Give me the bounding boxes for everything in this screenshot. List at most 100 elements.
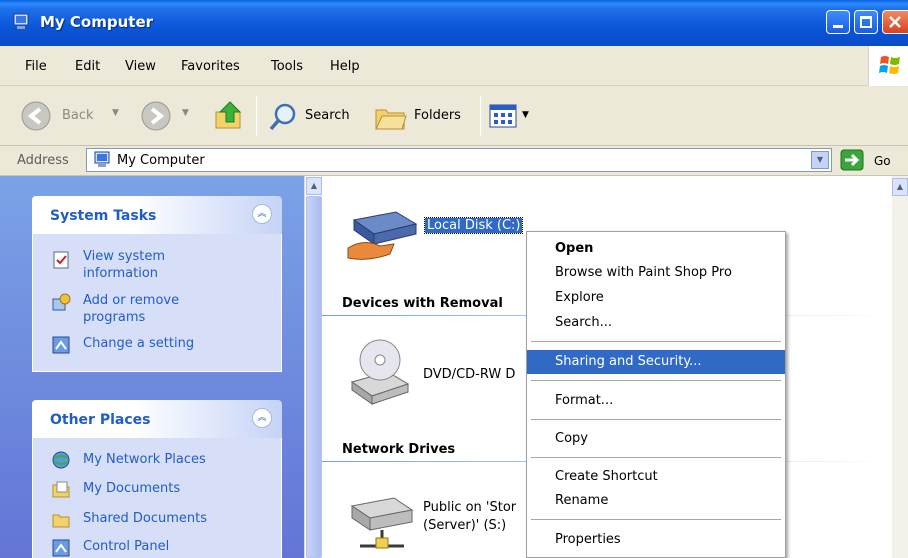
collapse-chevron-icon[interactable]: ︽ xyxy=(252,204,272,224)
dvd-drive-label[interactable]: DVD/CD-RW D xyxy=(423,367,515,382)
menu-item-search[interactable]: Search... xyxy=(527,311,785,335)
menu-separator xyxy=(531,380,781,381)
views-icon xyxy=(489,104,517,128)
title-bar[interactable]: My Computer xyxy=(0,0,908,46)
system-tasks-title: System Tasks xyxy=(50,208,157,224)
forward-dropdown-icon[interactable]: ▼ xyxy=(182,108,189,118)
menu-item-format[interactable]: Format... xyxy=(527,389,785,413)
control-panel-icon xyxy=(52,336,70,354)
menu-tools[interactable]: Tools xyxy=(271,59,303,74)
hard-drive-icon[interactable] xyxy=(346,208,420,264)
maximize-icon xyxy=(860,16,872,28)
menu-separator xyxy=(531,341,781,342)
menu-separator xyxy=(531,457,781,458)
local-disk-label[interactable]: Local Disk (C:) xyxy=(423,217,524,234)
task-pane-scrollbar[interactable]: ▲ xyxy=(304,176,322,558)
window-title: My Computer xyxy=(40,13,154,31)
network-drive-label-line2[interactable]: (Server)' (S:) xyxy=(423,518,506,533)
menu-item-properties[interactable]: Properties xyxy=(527,528,785,552)
menu-favorites[interactable]: Favorites xyxy=(181,59,240,74)
address-bar: Address My Computer ▼ Go xyxy=(0,146,908,176)
folders-label: Folders xyxy=(414,108,461,123)
my-documents-icon xyxy=(52,481,70,498)
control-panel-icon xyxy=(52,539,70,557)
menu-bar: File Edit View Favorites Tools Help xyxy=(0,46,908,86)
add-remove-programs-icon xyxy=(52,293,71,311)
address-field[interactable]: My Computer ▼ xyxy=(86,148,832,172)
magnifier-icon xyxy=(269,103,296,131)
go-button[interactable]: Go xyxy=(840,149,904,173)
dvd-drive-icon[interactable] xyxy=(348,336,410,408)
menu-item-copy[interactable]: Copy xyxy=(527,427,785,451)
add-remove-programs-link[interactable]: Add or remove programs xyxy=(83,292,203,326)
up-folder-icon xyxy=(215,101,242,129)
menu-item-sharing-and-security[interactable]: Sharing and Security... xyxy=(527,350,785,374)
address-value: My Computer xyxy=(117,153,205,168)
menu-item-explore[interactable]: Explore xyxy=(527,286,785,310)
system-tasks-header[interactable]: System Tasks ︽ xyxy=(32,196,282,234)
folders-button[interactable]: Folders xyxy=(372,98,472,134)
network-group-heading: Network Drives xyxy=(342,442,456,457)
collapse-chevron-icon[interactable]: ︽ xyxy=(252,408,272,428)
network-drive-icon[interactable] xyxy=(346,486,418,558)
system-info-icon xyxy=(53,251,69,269)
menu-edit[interactable]: Edit xyxy=(75,59,100,74)
content-scrollbar[interactable]: ▲ xyxy=(892,176,908,558)
menu-item-rename[interactable]: Rename xyxy=(527,489,785,513)
forward-button[interactable]: ▼ xyxy=(138,98,198,134)
network-drive-label-line1[interactable]: Public on 'Stor xyxy=(423,500,516,515)
scroll-up-arrow-icon[interactable]: ▲ xyxy=(306,177,322,195)
scroll-up-arrow-icon[interactable]: ▲ xyxy=(892,178,908,196)
network-places-icon xyxy=(52,451,70,469)
go-label: Go xyxy=(874,154,891,168)
my-network-places-link[interactable]: My Network Places xyxy=(83,452,206,467)
explorer-window: My Computer File Edit View Favorites Too… xyxy=(0,0,908,558)
menu-separator xyxy=(531,519,781,520)
other-places-body: My Network Places My Documents Shared Do… xyxy=(32,438,282,558)
back-label: Back xyxy=(62,108,94,123)
views-dropdown-icon: ▼ xyxy=(522,110,529,120)
address-dropdown-icon[interactable]: ▼ xyxy=(811,151,829,169)
menu-help[interactable]: Help xyxy=(330,59,360,74)
shared-folder-icon xyxy=(52,514,70,528)
my-computer-icon xyxy=(94,151,110,167)
view-system-information-link[interactable]: View system information xyxy=(83,248,203,282)
system-tasks-body: View system information Add or remove pr… xyxy=(32,234,282,372)
menu-separator xyxy=(531,419,781,420)
other-places-header[interactable]: Other Places ︽ xyxy=(32,400,282,438)
minimize-button[interactable] xyxy=(826,10,850,34)
toolbar-separator xyxy=(256,96,257,136)
toolbar-separator xyxy=(480,96,481,136)
removable-group-heading: Devices with Removal xyxy=(342,296,503,311)
folders-icon xyxy=(375,109,407,130)
menu-file[interactable]: File xyxy=(25,59,47,74)
context-menu: Open Browse with Paint Shop Pro Explore … xyxy=(526,231,786,558)
go-arrow-icon xyxy=(840,149,864,171)
my-documents-link[interactable]: My Documents xyxy=(83,481,180,496)
forward-arrow-icon xyxy=(141,101,171,131)
control-panel-link[interactable]: Control Panel xyxy=(83,539,169,554)
menu-item-browse-with-paint-shop-pro[interactable]: Browse with Paint Shop Pro xyxy=(527,261,785,285)
views-button[interactable]: ▼ xyxy=(488,102,540,132)
other-places-title: Other Places xyxy=(50,412,151,428)
change-a-setting-link[interactable]: Change a setting xyxy=(83,336,194,351)
search-button[interactable]: Search xyxy=(264,98,364,134)
up-folder-button[interactable] xyxy=(212,98,248,134)
scrollbar-thumb[interactable] xyxy=(306,196,322,558)
menu-item-open[interactable]: Open xyxy=(527,237,785,261)
windows-flag-icon xyxy=(868,46,908,86)
maximize-button[interactable] xyxy=(854,10,878,34)
my-computer-icon xyxy=(13,13,29,29)
search-label: Search xyxy=(305,108,350,123)
task-pane: System Tasks ︽ View system information A… xyxy=(0,176,304,558)
back-button[interactable]: Back ▼ xyxy=(20,98,130,134)
back-dropdown-icon[interactable]: ▼ xyxy=(112,108,119,118)
close-button[interactable] xyxy=(882,10,908,34)
menu-view[interactable]: View xyxy=(125,59,156,74)
shared-documents-link[interactable]: Shared Documents xyxy=(83,511,207,526)
menu-item-create-shortcut[interactable]: Create Shortcut xyxy=(527,465,785,489)
close-icon xyxy=(889,16,901,28)
address-label: Address xyxy=(17,153,69,168)
back-arrow-icon xyxy=(21,101,51,131)
minimize-icon xyxy=(833,25,843,28)
